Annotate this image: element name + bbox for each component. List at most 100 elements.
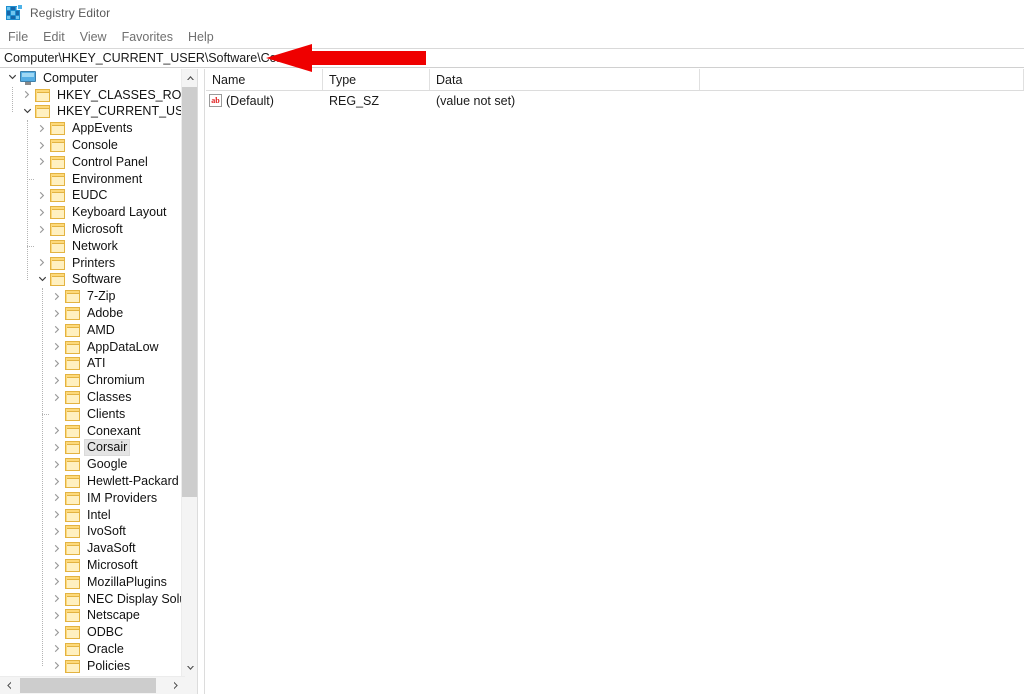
tree-node[interactable]: HKEY_CURRENT_USER [0, 104, 197, 121]
chevron-right-icon[interactable] [49, 641, 65, 657]
tree-node[interactable]: Microsoft [0, 557, 182, 574]
string-value-icon: ab [209, 94, 222, 107]
content-area: Computer HKEY_CLASSES_ROOT HKEY_CURRENT_US… [0, 69, 1024, 694]
tree-node-label: Control Panel [72, 154, 148, 169]
chevron-right-icon[interactable] [49, 608, 65, 624]
chevron-right-icon[interactable] [34, 154, 50, 170]
tree-vertical-scrollbar[interactable] [181, 69, 198, 676]
tree-node[interactable]: Chromium [0, 372, 182, 389]
chevron-right-icon[interactable] [34, 121, 50, 137]
menu-favorites[interactable]: Favorites [122, 28, 182, 46]
chevron-right-icon[interactable] [49, 423, 65, 439]
chevron-down-icon[interactable] [34, 272, 50, 288]
column-header[interactable]: Name [206, 69, 323, 90]
column-header[interactable]: Type [323, 69, 430, 90]
address-bar[interactable]: Computer\HKEY_CURRENT_USER\Software\Cors… [0, 48, 1024, 68]
folder-icon [65, 323, 80, 337]
tree-node[interactable]: Oracle [0, 641, 182, 658]
chevron-right-icon[interactable] [49, 625, 65, 641]
tree-node[interactable]: MozillaPlugins [0, 574, 182, 591]
chevron-down-icon[interactable] [19, 104, 35, 120]
chevron-right-icon[interactable] [49, 558, 65, 574]
tree-node[interactable]: Hewlett-Packard [0, 473, 182, 490]
tree-node-label: Adobe [87, 306, 124, 321]
menu-file[interactable]: File [8, 28, 37, 46]
tree-node[interactable]: Corsair [0, 439, 182, 457]
pane-splitter[interactable] [197, 69, 205, 694]
tree-node[interactable]: NEC Display Solutions [0, 591, 197, 608]
chevron-right-icon[interactable] [49, 373, 65, 389]
tree-hscroll-thumb[interactable] [20, 678, 156, 693]
tree-node[interactable]: HKEY_CLASSES_ROOT [0, 87, 197, 104]
chevron-right-icon[interactable] [49, 322, 65, 338]
chevron-right-icon[interactable] [19, 87, 35, 103]
chevron-right-icon[interactable] [34, 255, 50, 271]
tree-node[interactable]: AppDataLow [0, 339, 182, 356]
chevron-right-icon[interactable] [49, 306, 65, 322]
tree-node[interactable]: Conexant [0, 423, 182, 440]
tree-node[interactable]: Google [0, 456, 182, 473]
tree-scroll-thumb[interactable] [182, 87, 198, 497]
tree-node[interactable]: Intel [0, 507, 182, 524]
chevron-right-icon[interactable] [49, 440, 65, 456]
chevron-right-icon[interactable] [49, 490, 65, 506]
scroll-down-icon[interactable] [182, 659, 198, 676]
tree-node[interactable]: ODBC [0, 624, 182, 641]
tree-horizontal-scrollbar[interactable] [0, 676, 197, 694]
chevron-right-icon[interactable] [49, 658, 65, 674]
chevron-right-icon[interactable] [34, 138, 50, 154]
menu-edit[interactable]: Edit [43, 28, 74, 46]
scroll-left-icon[interactable] [0, 677, 18, 694]
tree-node[interactable]: Adobe [0, 305, 182, 322]
chevron-right-icon[interactable] [49, 339, 65, 355]
tree-node[interactable]: Netscape [0, 608, 182, 625]
folder-icon [50, 155, 65, 169]
tree-node[interactable]: Policies [0, 658, 182, 675]
chevron-right-icon[interactable] [49, 356, 65, 372]
scroll-up-icon[interactable] [182, 69, 198, 86]
chevron-right-icon[interactable] [49, 390, 65, 406]
folder-icon [65, 542, 80, 556]
menu-help[interactable]: Help [188, 28, 223, 46]
tree-node[interactable]: Classes [0, 389, 182, 406]
title-bar: Registry Editor [0, 0, 1024, 26]
chevron-right-icon[interactable] [49, 591, 65, 607]
chevron-right-icon[interactable] [49, 574, 65, 590]
tree-guide-line [42, 288, 43, 667]
column-header[interactable] [700, 69, 1024, 90]
tree-node[interactable]: ATI [0, 356, 182, 373]
chevron-right-icon[interactable] [34, 188, 50, 204]
chevron-right-icon[interactable] [49, 289, 65, 305]
tree-node-label: Intel [87, 507, 111, 522]
chevron-right-icon[interactable] [49, 524, 65, 540]
chevron-right-icon[interactable] [49, 474, 65, 490]
folder-icon [65, 491, 80, 505]
chevron-right-icon[interactable] [34, 205, 50, 221]
menu-view[interactable]: View [80, 28, 116, 46]
tree-node[interactable]: 7-Zip [0, 288, 182, 305]
column-header[interactable]: Data [430, 69, 700, 90]
folder-icon [65, 441, 80, 455]
chevron-right-icon[interactable] [49, 507, 65, 523]
folder-icon [50, 139, 65, 153]
folder-icon [65, 357, 80, 371]
tree-node-label: Printers [72, 255, 116, 270]
tree-node-label: Console [72, 138, 118, 153]
chevron-down-icon[interactable] [4, 70, 20, 86]
chevron-right-icon[interactable] [49, 541, 65, 557]
tree-node[interactable]: IM Providers [0, 490, 182, 507]
folder-icon [65, 659, 80, 673]
tree-node[interactable]: Computer [0, 70, 182, 87]
tree-node[interactable]: AMD [0, 322, 182, 339]
folder-icon [65, 374, 80, 388]
chevron-right-icon[interactable] [49, 457, 65, 473]
tree-node[interactable]: JavaSoft [0, 540, 182, 557]
values-column-header: Name Type Data [206, 69, 1024, 91]
chevron-right-icon[interactable] [34, 222, 50, 238]
value-row[interactable]: ab (Default) REG_SZ (value not set) [206, 91, 1024, 110]
scroll-right-icon[interactable] [167, 677, 185, 694]
tree-node[interactable]: IvoSoft [0, 524, 182, 541]
tree-node[interactable]: Clients [0, 406, 182, 423]
tree-node-label: Microsoft [72, 222, 123, 237]
